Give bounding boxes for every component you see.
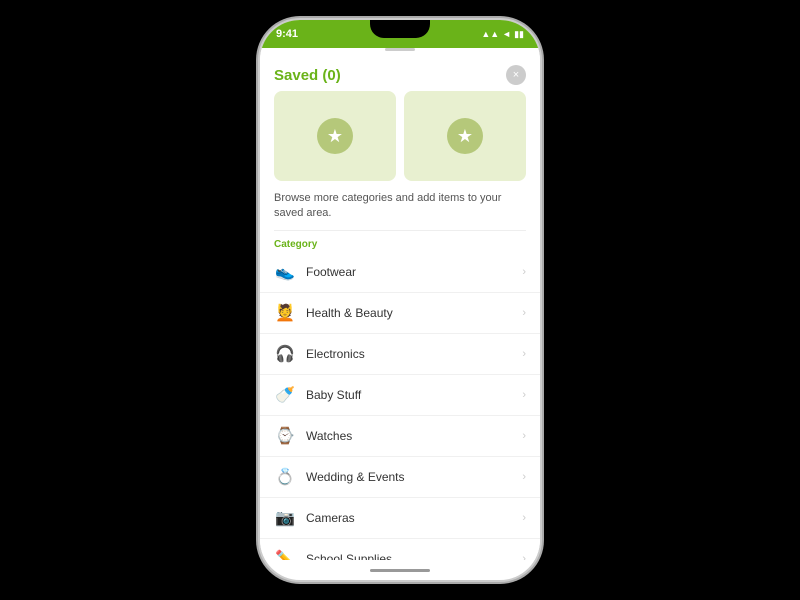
browse-text: Browse more categories and add items to … (260, 191, 540, 230)
category-item-watches[interactable]: ⌚ Watches› (260, 416, 540, 457)
health-beauty-icon: 💆 (274, 302, 296, 324)
school-supplies-icon: ✏️ (274, 548, 296, 560)
footwear-icon: 👟 (274, 261, 296, 283)
electronics-icon: 🎧 (274, 343, 296, 365)
screen: Saved (0) × ★ ★ Browse more categories a… (260, 48, 540, 560)
star-icon-1: ★ (317, 118, 353, 154)
saved-card-2[interactable]: ★ (404, 91, 526, 181)
baby-stuff-icon: 🍼 (274, 384, 296, 406)
wedding-events-icon: 💍 (274, 466, 296, 488)
saved-cards-container: ★ ★ (260, 91, 540, 181)
page-title: Saved (0) (274, 67, 341, 84)
status-icons: ▲▲ ◄ ▮▮ (481, 29, 524, 40)
watches-label: Watches (306, 429, 522, 443)
category-label: Category (260, 231, 540, 252)
health-beauty-chevron-icon: › (522, 307, 526, 319)
category-item-school-supplies[interactable]: ✏️ School Supplies› (260, 539, 540, 560)
watches-icon: ⌚ (274, 425, 296, 447)
category-item-wedding-events[interactable]: 💍 Wedding & Events› (260, 457, 540, 498)
electronics-chevron-icon: › (522, 348, 526, 360)
school-supplies-chevron-icon: › (522, 553, 526, 560)
scroll-indicator (385, 48, 415, 51)
category-item-electronics[interactable]: 🎧 Electronics› (260, 334, 540, 375)
category-list: 👟Footwear›💆Health & Beauty›🎧Electronics›… (260, 252, 540, 560)
wedding-events-label: Wedding & Events (306, 470, 522, 484)
cameras-label: Cameras (306, 511, 522, 525)
category-item-baby-stuff[interactable]: 🍼 Baby Stuff› (260, 375, 540, 416)
home-bar (370, 569, 430, 572)
saved-card-1[interactable]: ★ (274, 91, 396, 181)
notch (370, 20, 430, 38)
battery-icon: ▮▮ (514, 29, 524, 40)
footwear-chevron-icon: › (522, 266, 526, 278)
baby-stuff-chevron-icon: › (522, 389, 526, 401)
header: Saved (0) × (260, 55, 540, 91)
category-item-cameras[interactable]: 📷 Cameras› (260, 498, 540, 539)
baby-stuff-label: Baby Stuff (306, 388, 522, 402)
cameras-chevron-icon: › (522, 512, 526, 524)
category-item-health-beauty[interactable]: 💆 Health & Beauty› (260, 293, 540, 334)
school-supplies-label: School Supplies (306, 552, 522, 560)
status-time: 9:41 (276, 28, 298, 40)
footwear-label: Footwear (306, 265, 522, 279)
watches-chevron-icon: › (522, 430, 526, 442)
signal-icon: ▲▲ (481, 29, 499, 39)
cameras-icon: 📷 (274, 507, 296, 529)
star-icon-2: ★ (447, 118, 483, 154)
category-item-footwear[interactable]: 👟 Footwear› (260, 252, 540, 293)
electronics-label: Electronics (306, 347, 522, 361)
wedding-events-chevron-icon: › (522, 471, 526, 483)
health-beauty-label: Health & Beauty (306, 306, 522, 320)
wifi-icon: ◄ (502, 29, 511, 39)
phone-frame: 9:41 ▲▲ ◄ ▮▮ Saved (0) × ★ ★ Browse more… (260, 20, 540, 580)
home-indicator (260, 560, 540, 580)
close-button[interactable]: × (506, 65, 526, 85)
